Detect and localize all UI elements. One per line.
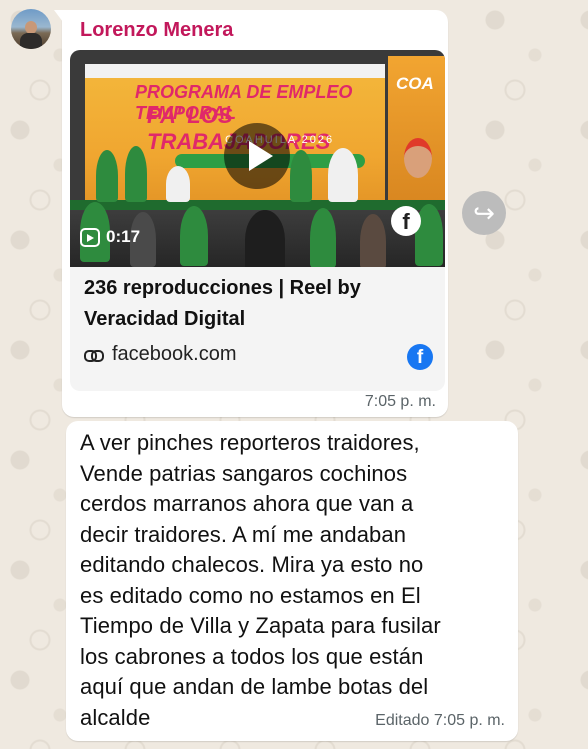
crowd-person <box>310 208 336 267</box>
side-logo: COA <box>396 74 434 93</box>
stage-person <box>125 146 147 202</box>
message-line: cerdos marranos ahora que van a <box>80 491 414 516</box>
stage-person <box>96 150 118 202</box>
crowd-person <box>360 214 386 267</box>
message-text: A ver pinches reporteros traidores, Vend… <box>80 428 510 733</box>
message-line: editando chalecos. Mira ya esto no <box>80 552 424 577</box>
link-icon <box>84 348 104 362</box>
message-line: Vende patrias sangaros cochinos <box>80 460 408 486</box>
video-thumbnail[interactable]: PROGRAMA DE EMPLEO TEMPORAL PA' LOS TRAB… <box>70 50 445 267</box>
duration-text: 0:17 <box>106 227 141 246</box>
description-line: Veracidad Digital <box>84 308 246 330</box>
message-timestamp: 7:05 p. m. <box>364 393 436 410</box>
message-bubble-text[interactable]: A ver pinches reporteros traidores, Vend… <box>66 421 518 741</box>
preview-source[interactable]: facebook.com <box>84 343 237 366</box>
link-preview[interactable]: PROGRAMA DE EMPLEO TEMPORAL PA' LOS TRAB… <box>70 50 445 391</box>
message-line: decir traidores. A mí me andaban <box>80 521 407 547</box>
facebook-icon: f <box>391 206 421 236</box>
message-bubble-link[interactable]: Lorenzo Menera PROGRAMA DE EMPLEO TEMPOR… <box>54 10 448 417</box>
play-icon <box>248 141 273 171</box>
sender-name[interactable]: Lorenzo Menera <box>80 19 233 42</box>
preview-description[interactable]: 236 reproducciones | Reel by Veracidad D… <box>84 273 434 335</box>
message-line: los cabrones a todos los que están <box>80 643 424 669</box>
forward-icon[interactable]: ↪ <box>462 191 506 235</box>
video-duration: 0:17 <box>80 227 140 247</box>
message-line: A ver pinches reporteros traidores, <box>80 430 420 455</box>
avatar-torso <box>20 33 42 49</box>
message-line: Tiempo de Villa y Zapata para fusilar <box>80 613 441 638</box>
stage-person <box>166 166 190 202</box>
crowd-person <box>180 206 208 266</box>
message-line: es editado como no estamos en El <box>80 582 421 608</box>
facebook-icon: f <box>407 344 433 370</box>
message-timestamp-edited: Editado 7:05 p. m. <box>375 712 505 729</box>
side-banner: COA <box>388 56 445 206</box>
stage-person <box>328 148 358 202</box>
portrait-figure <box>404 138 432 178</box>
source-domain: facebook.com <box>112 343 237 365</box>
crowd-person <box>245 210 285 267</box>
description-line: 236 reproducciones | Reel by <box>84 277 361 299</box>
message-line: aquí que andan de lambe botas del <box>80 674 429 699</box>
play-button[interactable] <box>224 123 290 189</box>
reels-icon <box>80 227 100 247</box>
stage-person <box>290 150 312 202</box>
sender-avatar[interactable] <box>11 9 51 49</box>
